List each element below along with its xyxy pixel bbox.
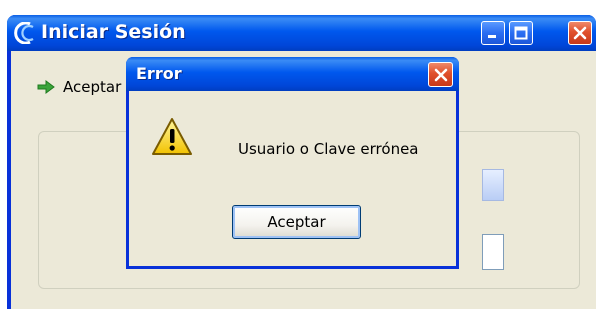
error-dialog: Error Usuario o Clave errónea Aceptar: [126, 57, 459, 269]
app-logo-icon: [14, 22, 34, 44]
password-field[interactable]: [482, 234, 504, 270]
error-dialog-titlebar[interactable]: Error: [126, 57, 459, 91]
error-dialog-body: Usuario o Clave errónea Aceptar: [129, 91, 456, 266]
toolbar-accept-label: Aceptar: [63, 78, 122, 96]
close-window-button[interactable]: [568, 21, 592, 45]
login-window-title: Iniciar Sesión: [41, 21, 186, 43]
error-dialog-title: Error: [136, 64, 182, 83]
user-field[interactable]: [482, 169, 504, 201]
toolbar-accept-button[interactable]: Aceptar: [37, 78, 121, 96]
warning-icon: [152, 118, 192, 155]
minimize-icon: [488, 35, 496, 38]
maximize-icon: [514, 26, 528, 40]
arrow-right-icon: [37, 80, 55, 94]
login-window-titlebar[interactable]: Iniciar Sesión: [7, 15, 596, 51]
maximize-button[interactable]: [509, 21, 533, 45]
error-dialog-close-button[interactable]: [428, 62, 453, 87]
accept-button[interactable]: Aceptar: [232, 205, 361, 239]
minimize-button[interactable]: [481, 21, 505, 45]
error-message: Usuario o Clave errónea: [238, 140, 419, 158]
close-icon: [434, 68, 447, 81]
close-icon: [573, 26, 587, 40]
